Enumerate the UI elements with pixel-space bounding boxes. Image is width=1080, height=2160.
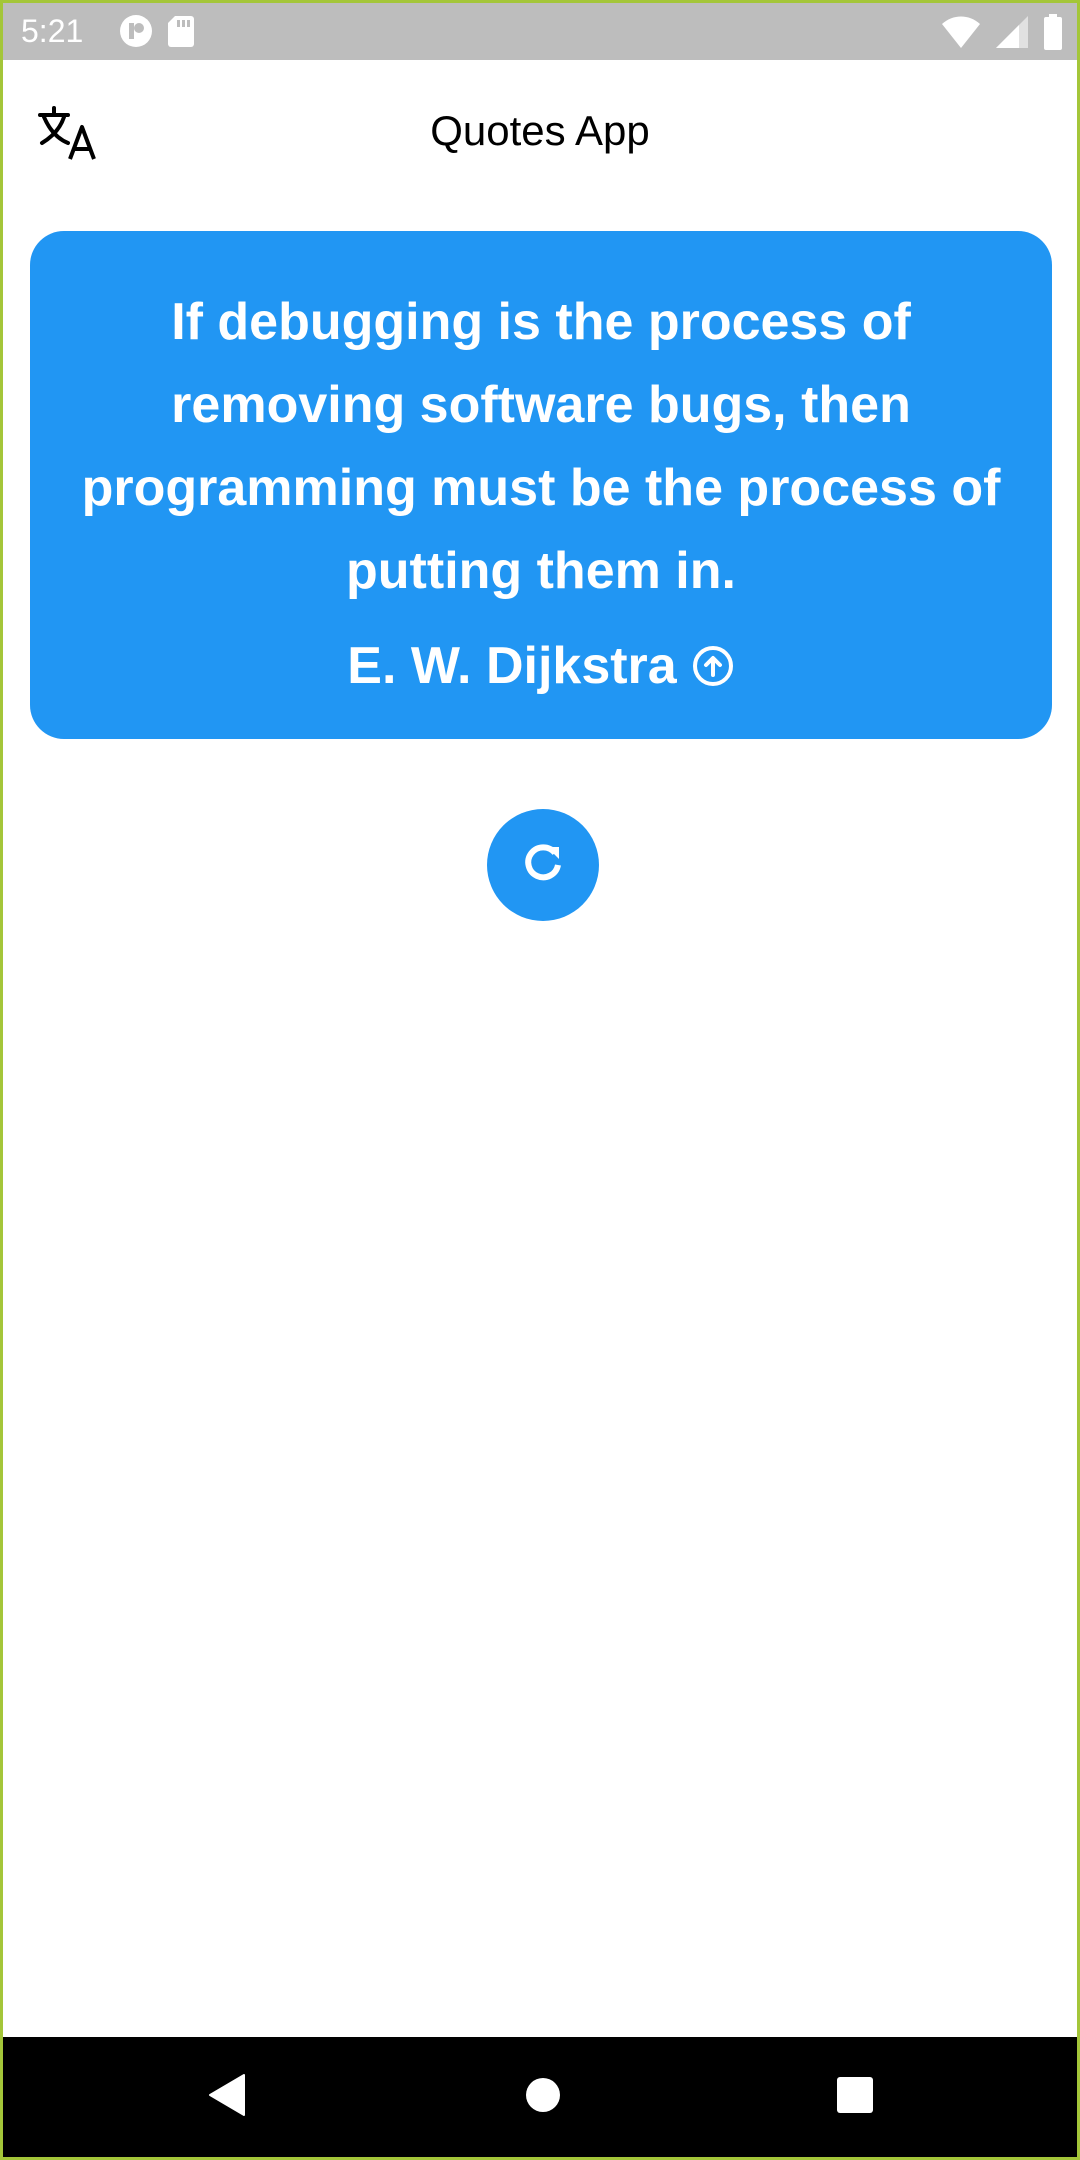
status-bar: 5:21 [3,3,1077,60]
refresh-icon [517,837,569,894]
wifi-icon [941,15,981,54]
cell-signal-icon [995,15,1029,54]
pinwheel-icon [119,14,153,53]
recents-icon [836,2076,874,2119]
quote-author: E. W. Dijkstra [347,637,677,695]
sd-card-icon [167,14,195,53]
author-row: E. W. Dijkstra [70,631,1012,701]
status-time: 5:21 [21,13,84,49]
app-title: Quotes App [430,107,650,154]
back-button[interactable] [198,2067,258,2127]
battery-icon [1043,14,1063,55]
refresh-button[interactable] [487,809,599,921]
status-right-icons [941,14,1063,55]
back-icon [208,2073,248,2122]
navigation-bar [3,2037,1077,2157]
arrow-up-circle-icon[interactable] [691,644,735,688]
recents-button[interactable] [825,2067,885,2127]
home-button[interactable] [513,2067,573,2127]
app-bar: Quotes App [3,60,1077,208]
app-screen: 5:21 Quotes App If debugging is the proc… [0,0,1080,2160]
status-left-icons [119,14,195,53]
quote-card: If debugging is the process of removing … [30,231,1052,739]
quote-text: If debugging is the process of removing … [81,293,1001,600]
home-icon [524,2076,562,2119]
